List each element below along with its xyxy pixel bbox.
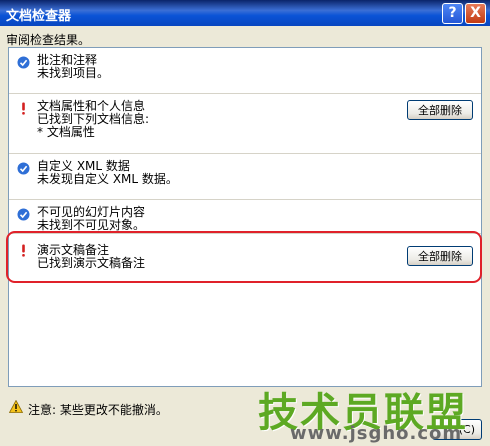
section-document-properties: 文档属性和个人信息 已找到下列文档信息: * 文档属性 全部删除: [9, 94, 481, 154]
note-text: 注意: 某些更改不能撤消。: [28, 403, 168, 417]
section-detail: 未找到不可见对象。: [37, 218, 146, 232]
remove-all-button[interactable]: 全部删除: [407, 100, 473, 120]
exclamation-icon: [22, 244, 25, 257]
check-icon: [17, 162, 30, 175]
section-detail: 已找到演示文稿备注: [37, 256, 146, 270]
review-label: 审阅检查结果。: [6, 33, 91, 47]
check-icon: [17, 208, 30, 221]
section-detail: * 文档属性: [37, 125, 95, 139]
window-title: 文档检查器: [6, 9, 72, 24]
remove-all-notes-button[interactable]: 全部删除: [407, 246, 473, 266]
check-icon: [17, 56, 30, 69]
section-invisible-content: 不可见的幻灯片内容 未找到不可见对象。: [9, 200, 481, 234]
section-presentation-notes: 演示文稿备注 已找到演示文稿备注 全部删除: [9, 234, 481, 282]
exclamation-icon: [22, 102, 25, 115]
watermark-url: www.jsgho.com: [290, 423, 463, 444]
section-comments: 批注和注释 未找到项目。: [9, 48, 481, 94]
section-detail: 未找到项目。: [37, 66, 110, 80]
section-detail: 未发现自定义 XML 数据。: [37, 172, 178, 186]
help-button[interactable]: ?: [442, 3, 463, 24]
warning-icon: [9, 400, 23, 413]
section-custom-xml: 自定义 XML 数据 未发现自定义 XML 数据。: [9, 154, 481, 200]
results-panel[interactable]: 批注和注释 未找到项目。 文档属性和个人信息 已找到下列文档信息: * 文档属性…: [8, 47, 482, 387]
title-bar: 文档检查器 ? X: [0, 0, 490, 26]
close-window-button[interactable]: X: [465, 3, 486, 24]
